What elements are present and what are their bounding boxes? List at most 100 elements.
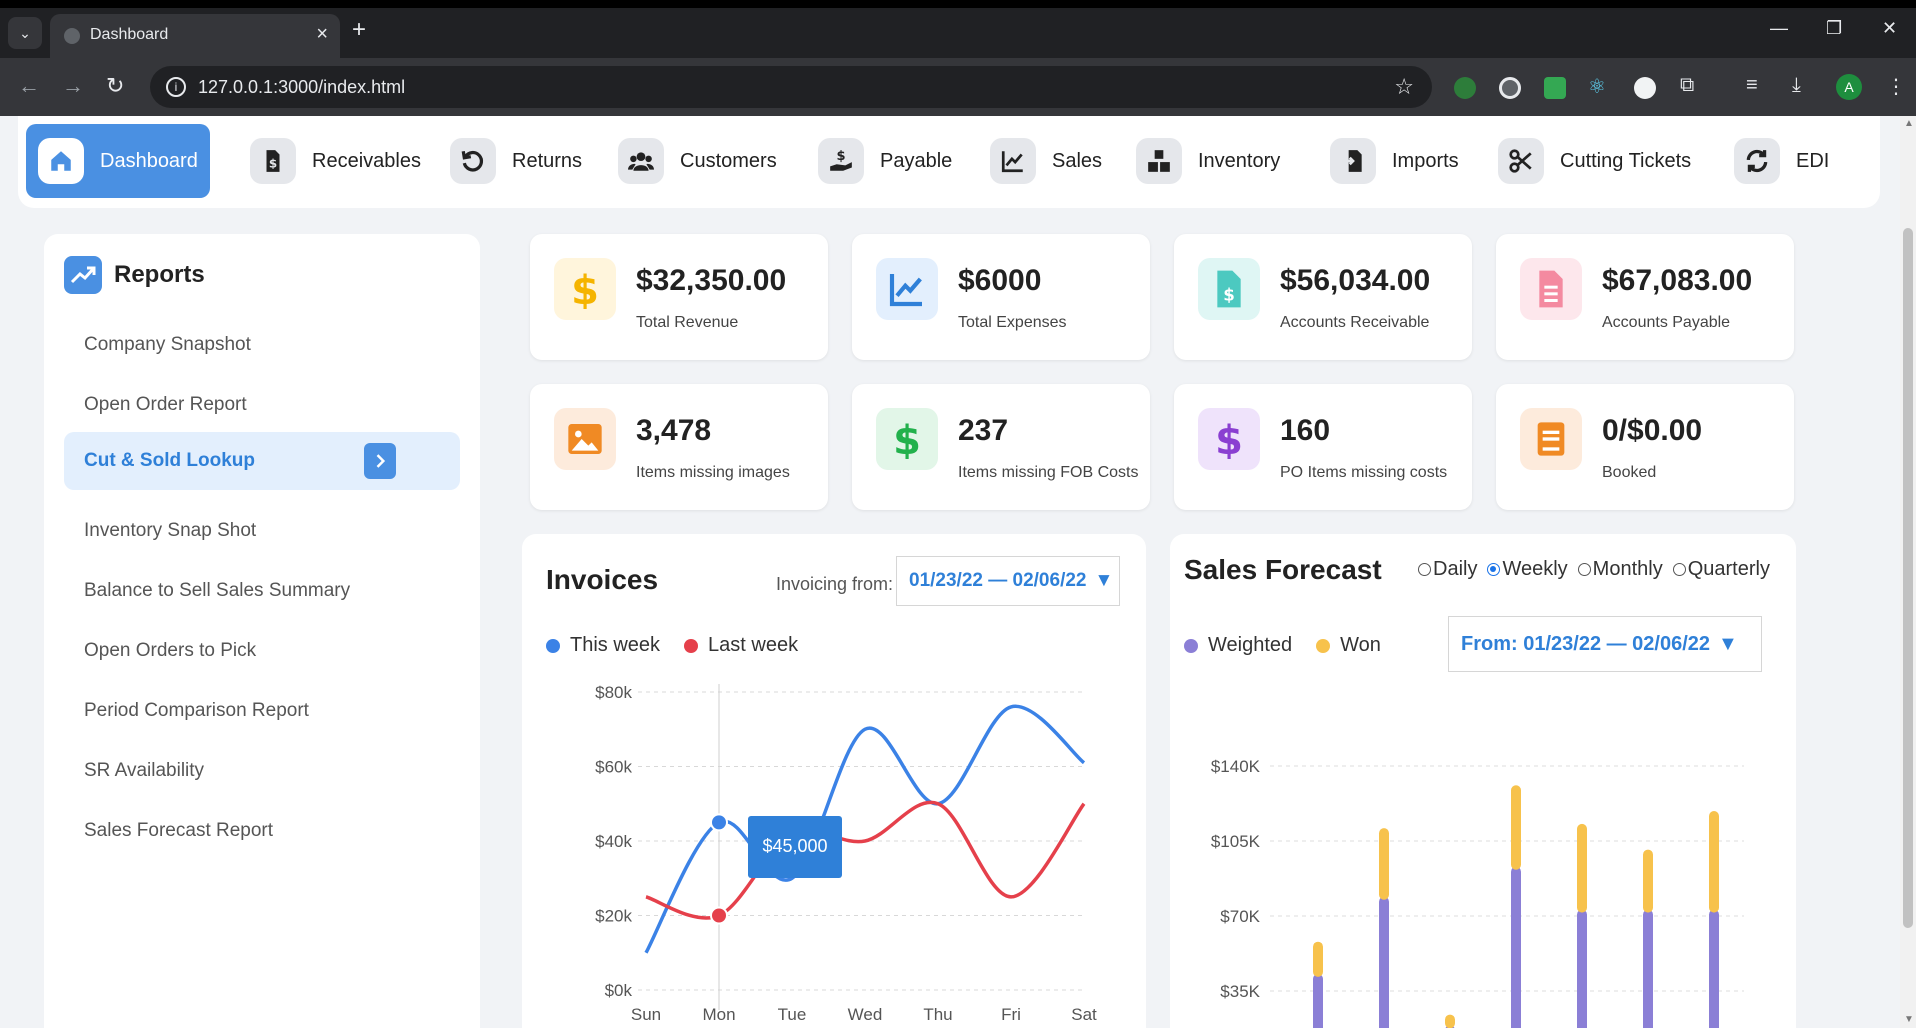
site-info-icon[interactable]: i: [166, 77, 186, 97]
file-text-icon: [1520, 258, 1582, 320]
stat-card[interactable]: 3,478 Items missing images: [530, 384, 828, 510]
report-link-label: SR Availability: [84, 760, 205, 781]
nav-receivables[interactable]: $ Receivables: [238, 124, 433, 198]
report-link[interactable]: Sales Forecast Report: [64, 802, 460, 860]
back-icon[interactable]: ←: [18, 74, 40, 98]
nav-imports[interactable]: Imports: [1318, 124, 1471, 198]
reports-title: Reports: [114, 261, 205, 288]
minimize-icon[interactable]: —: [1770, 18, 1788, 39]
caret-down-icon: ▼: [1094, 570, 1114, 591]
y-tick-label: $60k: [595, 758, 632, 777]
report-link-label: Open Orders to Pick: [84, 640, 257, 661]
period-radio-daily[interactable]: Daily: [1418, 558, 1477, 581]
forecast-legend: Weighted Won: [1184, 634, 1381, 657]
stat-label: Total Revenue: [636, 314, 739, 331]
extension-icon[interactable]: [1454, 77, 1476, 99]
bar-weighted: [1709, 909, 1719, 1028]
reports-panel: Reports Company Snapshot Open Order Repor…: [44, 234, 480, 1028]
radio-circle[interactable]: [1418, 563, 1431, 576]
stat-card[interactable]: $67,083.00 Accounts Payable: [1496, 234, 1794, 360]
report-link[interactable]: Period Comparison Report: [64, 682, 460, 740]
scroll-up-icon[interactable]: ▲: [1904, 118, 1914, 129]
report-link[interactable]: Open Orders to Pick: [64, 622, 460, 680]
reload-icon[interactable]: ↻: [106, 74, 124, 98]
report-link[interactable]: Company Snapshot: [64, 316, 460, 374]
grammarly-icon[interactable]: [1499, 77, 1521, 99]
period-radio-monthly[interactable]: Monthly: [1577, 558, 1663, 581]
address-bar[interactable]: i 127.0.0.1:3000/index.html ☆: [150, 66, 1432, 108]
period-radio-quarterly[interactable]: Quarterly: [1672, 558, 1770, 581]
invoices-card: Invoices Invoicing from: 01/23/22 — 02/0…: [522, 534, 1146, 1028]
dollar-icon: $: [876, 408, 938, 470]
stat-card[interactable]: $6000 Total Expenses: [852, 234, 1150, 360]
tooltip-value: $45,000: [762, 836, 827, 856]
new-tab-icon[interactable]: +: [352, 18, 366, 42]
stat-card[interactable]: $ $32,350.00 Total Revenue: [530, 234, 828, 360]
invoice-date-range-picker[interactable]: 01/23/22 — 02/06/22 ▼: [896, 556, 1120, 606]
stat-card[interactable]: $ $56,034.00 Accounts Receivable: [1174, 234, 1472, 360]
report-link[interactable]: Balance to Sell Sales Summary: [64, 562, 460, 620]
bar-won: [1643, 849, 1653, 913]
report-link-label: Inventory Snap Shot: [84, 520, 257, 541]
nav-payable[interactable]: $ Payable: [806, 124, 964, 198]
stat-card[interactable]: 0/$0.00 Booked: [1496, 384, 1794, 510]
nav-cutting-tickets[interactable]: Cutting Tickets: [1486, 124, 1703, 198]
close-tab-icon[interactable]: ×: [316, 23, 328, 46]
bar-weighted: [1313, 973, 1323, 1028]
tabstrip-edge: [0, 0, 1916, 8]
extension-icon[interactable]: [1634, 77, 1656, 99]
nav-inventory[interactable]: Inventory: [1124, 124, 1292, 198]
report-link[interactable]: Inventory Snap Shot: [64, 502, 460, 560]
extension-icon[interactable]: [1544, 77, 1566, 99]
scrollbar-thumb[interactable]: [1903, 228, 1913, 928]
radio-circle[interactable]: [1577, 563, 1591, 576]
radio-label: Weekly: [1502, 558, 1568, 580]
report-link[interactable]: SR Availability: [64, 742, 460, 800]
data-point: [710, 906, 728, 925]
svg-text:$: $: [893, 419, 921, 459]
nav-sales[interactable]: Sales: [978, 124, 1114, 198]
y-tick-label: $20k: [595, 907, 632, 926]
radio-circle[interactable]: [1672, 563, 1686, 576]
nav-label: EDI: [1796, 149, 1830, 172]
tab-search-icon[interactable]: ⌄: [8, 17, 42, 49]
radio-circle[interactable]: [1487, 563, 1501, 576]
stat-label: Accounts Receivable: [1280, 314, 1430, 331]
x-tick-label: Thu: [923, 1005, 952, 1024]
page-scrollbar[interactable]: ▲ ▼: [1900, 116, 1916, 1028]
media-control-icon[interactable]: ≡: [1746, 74, 1758, 97]
period-radio-weekly[interactable]: Weekly: [1487, 558, 1568, 581]
scroll-down-icon[interactable]: ▼: [1904, 1014, 1914, 1025]
legend-dot: [1316, 638, 1331, 653]
radio-label: Quarterly: [1687, 558, 1770, 580]
nav-customers[interactable]: Customers: [606, 124, 789, 198]
x-tick-label: Fri: [1001, 1005, 1021, 1024]
restore-icon[interactable]: ❐: [1826, 18, 1842, 39]
profile-avatar[interactable]: A: [1836, 74, 1862, 100]
stat-label: PO Items missing costs: [1280, 464, 1448, 481]
nav-label: Inventory: [1198, 149, 1281, 172]
stat-card[interactable]: $160 PO Items missing costs: [1174, 384, 1472, 510]
nav-dashboard[interactable]: Dashboard: [26, 124, 210, 198]
react-devtools-icon[interactable]: ⚛: [1588, 74, 1606, 99]
menu-icon[interactable]: ⋮: [1886, 74, 1906, 99]
download-icon[interactable]: ⤓: [1792, 74, 1801, 97]
invoices-line-chart: $0k $20k $40k $60k $80k Sun Mon Tue Wed Thu Fri Sat…: [595, 683, 1097, 1024]
radio-label: Monthly: [1592, 558, 1663, 580]
bar-weighted: [1379, 896, 1389, 1028]
report-link[interactable]: Cut & Sold Lookup: [64, 432, 460, 490]
forward-icon[interactable]: →: [62, 74, 84, 98]
report-link[interactable]: Open Order Report: [64, 376, 460, 434]
stat-card[interactable]: $237 Items missing FOB Costs: [852, 384, 1150, 510]
close-window-icon[interactable]: ✕: [1882, 18, 1897, 39]
nav-edi[interactable]: EDI: [1722, 124, 1841, 198]
chevron-right-icon[interactable]: [364, 443, 396, 479]
dollar-icon: $: [1198, 408, 1260, 470]
browser-tab[interactable]: Dashboard ×: [50, 14, 340, 58]
sync-icon: [1734, 138, 1780, 184]
forecast-date-range-picker[interactable]: From: 01/23/22 — 02/06/22 ▼: [1448, 616, 1762, 672]
extensions-puzzle-icon[interactable]: ⧉: [1680, 74, 1694, 97]
nav-returns[interactable]: Returns: [438, 124, 594, 198]
bookmark-star-icon[interactable]: ☆: [1394, 74, 1414, 100]
data-point: [710, 813, 728, 832]
